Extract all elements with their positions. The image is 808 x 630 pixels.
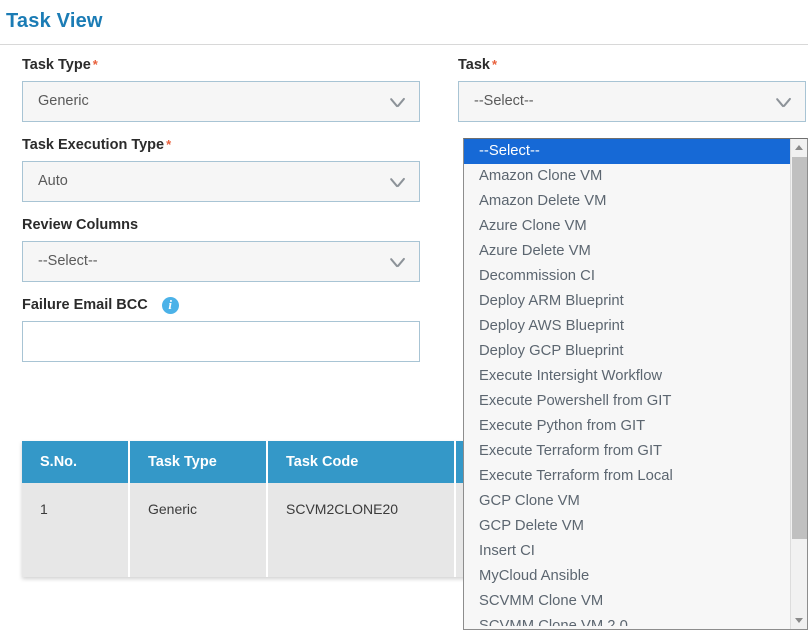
- column-header-sno[interactable]: S.No.: [22, 441, 130, 483]
- cell-task-type: Generic: [129, 483, 268, 577]
- dropdown-option[interactable]: MyCloud Ansible: [464, 564, 790, 589]
- column-header-task-type[interactable]: Task Type: [129, 441, 268, 483]
- column-header-task-code[interactable]: Task Code: [267, 441, 456, 483]
- scroll-up-button[interactable]: [791, 139, 807, 156]
- dropdown-option[interactable]: GCP Delete VM: [464, 514, 790, 539]
- chevron-down-icon: [390, 175, 405, 190]
- dropdown-option[interactable]: Azure Delete VM: [464, 239, 790, 264]
- task-execution-type-select[interactable]: Auto: [22, 161, 420, 202]
- field-task-type: Task Type * Generic: [22, 56, 420, 122]
- title-divider: [0, 44, 808, 45]
- task-dropdown-listbox[interactable]: --Select-- Amazon Clone VM Amazon Delete V…: [463, 138, 808, 630]
- list-bottom-clip: [464, 626, 790, 629]
- required-asterisk: *: [491, 57, 498, 72]
- review-columns-select[interactable]: --Select--: [22, 241, 420, 282]
- dropdown-option[interactable]: SCVMM Clone VM: [464, 589, 790, 614]
- cell-sno: 1: [22, 483, 130, 577]
- cell-task-code: SCVM2CLONE20: [267, 483, 456, 577]
- info-icon[interactable]: [161, 296, 179, 314]
- field-task-execution-type: Task Execution Type * Auto: [22, 136, 420, 202]
- page-title: Task View: [6, 10, 103, 32]
- field-failure-email-bcc: Failure Email BCC: [22, 296, 420, 362]
- task-select[interactable]: --Select--: [458, 81, 806, 122]
- chevron-down-icon: [776, 95, 791, 110]
- label-task-execution-type: Task Execution Type *: [22, 137, 172, 153]
- form-left-column: Task Type * Generic Task Execution Type * …: [22, 56, 420, 376]
- dropdown-option[interactable]: Deploy GCP Blueprint: [464, 339, 790, 364]
- dropdown-option[interactable]: Execute Intersight Workflow: [464, 364, 790, 389]
- required-asterisk: *: [166, 137, 172, 152]
- label-review-columns: Review Columns: [22, 217, 139, 233]
- label-row-failure-email-bcc: Failure Email BCC: [22, 296, 420, 314]
- dropdown-option[interactable]: Azure Clone VM: [464, 214, 790, 239]
- dropdown-option[interactable]: Execute Powershell from GIT: [464, 389, 790, 414]
- label-task: Task *: [458, 57, 498, 73]
- triangle-up-icon: [795, 145, 803, 150]
- label-task-type: Task Type *: [22, 57, 98, 73]
- task-dropdown-options[interactable]: --Select-- Amazon Clone VM Amazon Delete V…: [464, 139, 790, 629]
- chevron-down-icon: [390, 95, 405, 110]
- task-select-value: --Select--: [474, 93, 534, 109]
- required-asterisk: *: [92, 57, 98, 72]
- task-type-select[interactable]: Generic: [22, 81, 420, 122]
- dropdown-option[interactable]: Execute Terraform from GIT: [464, 439, 790, 464]
- failure-email-bcc-input[interactable]: [22, 321, 420, 362]
- dropdown-option[interactable]: Execute Python from GIT: [464, 414, 790, 439]
- scroll-down-button[interactable]: [791, 612, 807, 629]
- dropdown-option[interactable]: Amazon Delete VM: [464, 189, 790, 214]
- dropdown-option[interactable]: Amazon Clone VM: [464, 164, 790, 189]
- dropdown-option[interactable]: GCP Clone VM: [464, 489, 790, 514]
- chevron-down-icon: [390, 255, 405, 270]
- dropdown-option[interactable]: Insert CI: [464, 539, 790, 564]
- task-execution-type-value: Auto: [38, 173, 68, 189]
- scrollbar-thumb[interactable]: [792, 157, 807, 539]
- form-right-column: Task * --Select--: [458, 56, 806, 136]
- field-review-columns: Review Columns --Select--: [22, 216, 420, 282]
- dropdown-option[interactable]: Execute Terraform from Local: [464, 464, 790, 489]
- review-columns-value: --Select--: [38, 253, 98, 269]
- dropdown-option[interactable]: Decommission CI: [464, 264, 790, 289]
- dropdown-option[interactable]: Deploy ARM Blueprint: [464, 289, 790, 314]
- label-failure-email-bcc: Failure Email BCC: [22, 297, 148, 313]
- dropdown-scrollbar[interactable]: [790, 139, 807, 629]
- field-task: Task * --Select--: [458, 56, 806, 122]
- dropdown-option[interactable]: --Select--: [464, 139, 790, 164]
- task-type-value: Generic: [38, 93, 89, 109]
- triangle-down-icon: [795, 618, 803, 623]
- dropdown-option[interactable]: Deploy AWS Blueprint: [464, 314, 790, 339]
